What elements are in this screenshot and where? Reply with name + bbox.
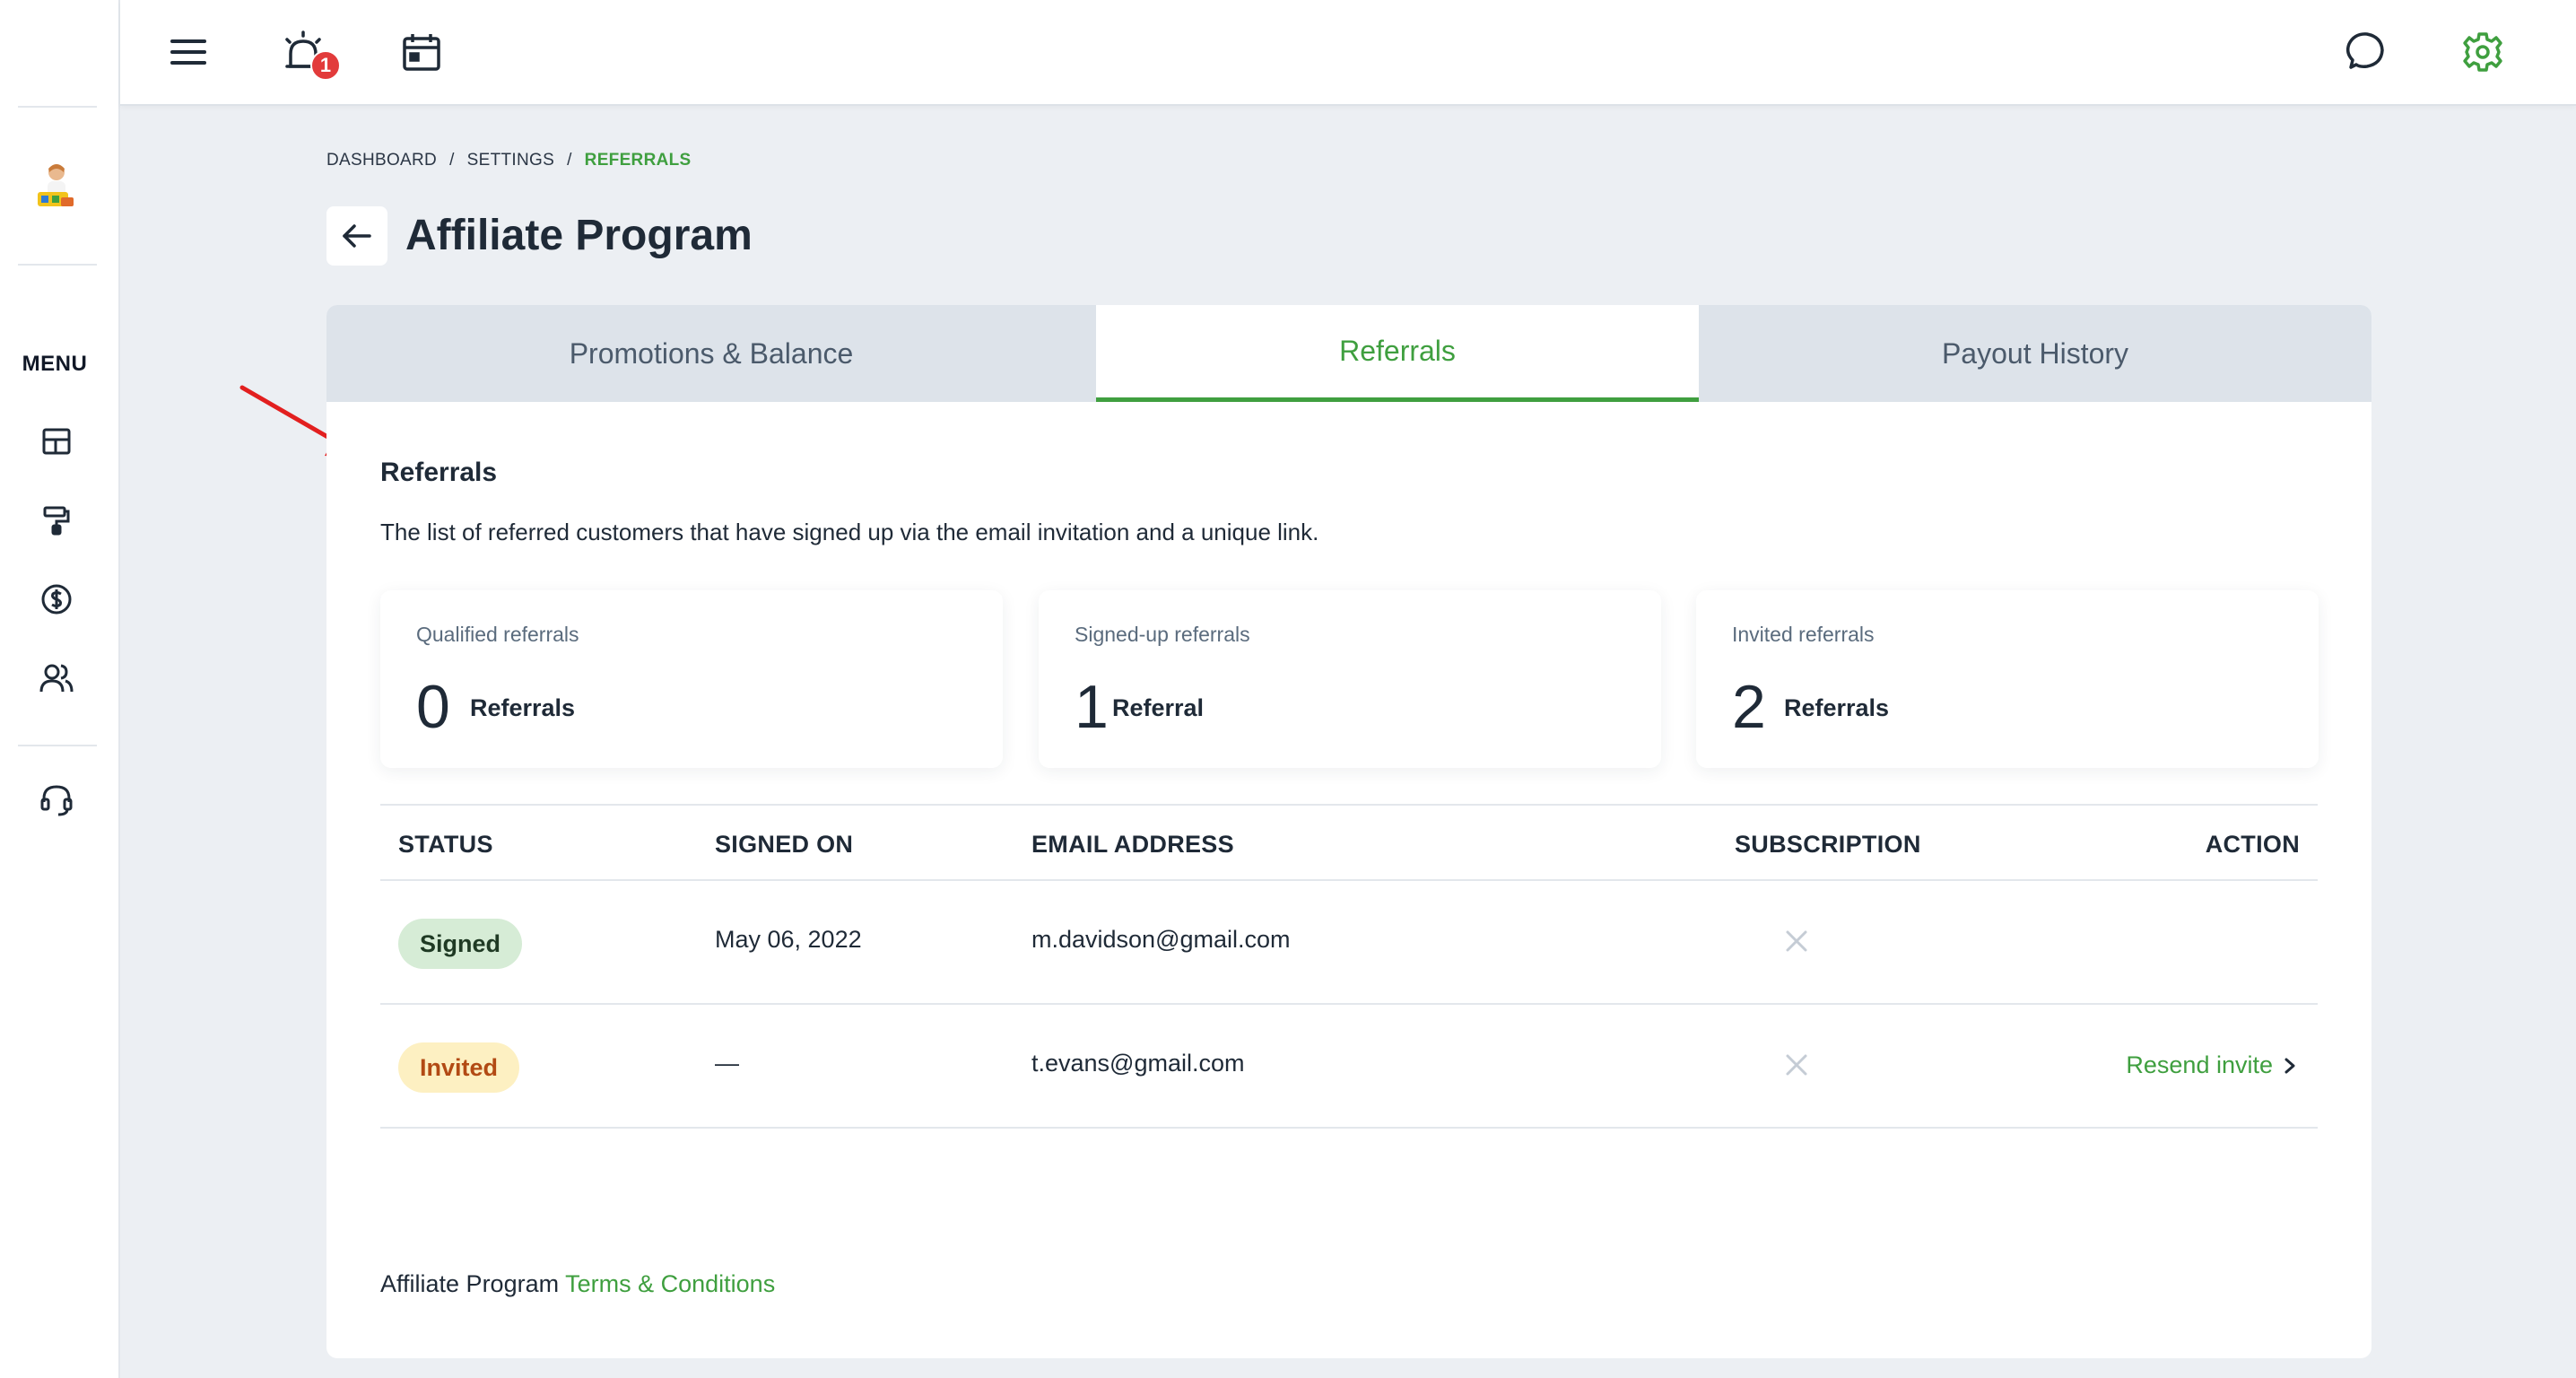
tab-referrals[interactable]: Referrals [1096, 305, 1699, 402]
tab-payout-history[interactable]: Payout History [1699, 305, 2371, 402]
sidebar-divider [18, 106, 97, 108]
avatar[interactable] [34, 160, 79, 219]
terms-link[interactable]: Terms & Conditions [565, 1270, 775, 1297]
subscription-none-icon [1780, 924, 1814, 958]
stat-unit: Referrals [1784, 694, 1890, 721]
stat-unit: Referrals [470, 694, 576, 721]
table-row: Signed May 06, 2022 m.davidson@gmail.com [380, 881, 2318, 1005]
stat-label: Qualified referrals [416, 623, 579, 646]
stat-value: 0 [416, 673, 450, 741]
status-badge: Signed [398, 919, 523, 969]
topbar: 1 [120, 0, 2576, 106]
dollar-circle-icon[interactable] [37, 580, 76, 619]
section-title: Referrals [380, 458, 498, 487]
stat-card-signed-up: Signed-up referrals 1 Referral [1039, 590, 1661, 768]
arrow-left-icon [343, 224, 371, 248]
support-headset-icon[interactable] [37, 781, 76, 820]
header-signed-on: SIGNED ON [715, 831, 854, 858]
email-cell: t.evans@gmail.com [1031, 1050, 1245, 1077]
tab-promotions-balance[interactable]: Promotions & Balance [326, 305, 1096, 402]
notification-badge: 1 [310, 50, 341, 81]
breadcrumb-referrals: REFERRALS [584, 151, 692, 170]
header-status: STATUS [398, 831, 493, 858]
dashboard-icon[interactable] [37, 422, 76, 461]
settings-gear-icon[interactable] [2459, 29, 2506, 75]
chevron-right-icon [2284, 1058, 2295, 1073]
sidebar-divider [18, 745, 97, 746]
breadcrumb-settings[interactable]: SETTINGS [467, 151, 554, 170]
header-action: ACTION [2205, 831, 2300, 858]
page-title: Affiliate Program [405, 212, 753, 259]
tab-bar: Promotions & Balance Referrals Payout Hi… [326, 305, 2371, 402]
stat-label: Signed-up referrals [1075, 623, 1250, 646]
resend-invite-label: Resend invite [2126, 1051, 2273, 1078]
stat-card-invited: Invited referrals 2 Referrals [1696, 590, 2319, 768]
stat-label: Invited referrals [1732, 623, 1875, 646]
header-subscription: SUBSCRIPTION [1735, 831, 1921, 858]
paint-roller-icon[interactable] [37, 501, 76, 540]
stat-card-qualified: Qualified referrals 0 Referrals [380, 590, 1003, 768]
footer-text: Affiliate Program [380, 1270, 560, 1297]
stat-value: 2 [1732, 673, 1766, 741]
header-email: EMAIL ADDRESS [1031, 831, 1234, 858]
menu-label: MENU [22, 352, 88, 376]
status-badge: Invited [398, 1042, 520, 1093]
resend-invite-link[interactable]: Resend invite [2126, 1051, 2296, 1079]
users-icon[interactable] [37, 658, 76, 698]
back-button[interactable] [326, 206, 387, 266]
subscription-none-icon [1780, 1048, 1814, 1082]
breadcrumb-separator: / [449, 151, 455, 170]
breadcrumb: DASHBOARD / SETTINGS / REFERRALS [326, 151, 692, 170]
breadcrumb-separator: / [567, 151, 572, 170]
sidebar: MENU [0, 0, 120, 1378]
table-header: STATUS SIGNED ON EMAIL ADDRESS SUBSCRIPT… [380, 804, 2318, 881]
sidebar-divider [18, 264, 97, 266]
signed-on-cell: May 06, 2022 [715, 926, 862, 953]
email-cell: m.davidson@gmail.com [1031, 926, 1291, 953]
footer: Affiliate Program Terms & Conditions [380, 1270, 775, 1298]
chat-bubble-icon[interactable] [2341, 29, 2388, 75]
referrals-table: STATUS SIGNED ON EMAIL ADDRESS SUBSCRIPT… [380, 804, 2318, 1129]
stat-value: 1 [1075, 673, 1109, 741]
section-description: The list of referred customers that have… [380, 519, 1319, 545]
affiliate-card: Promotions & Balance Referrals Payout Hi… [326, 305, 2371, 1358]
hamburger-menu-icon[interactable] [165, 29, 212, 75]
calendar-icon[interactable] [398, 29, 445, 75]
stat-unit: Referral [1112, 694, 1205, 721]
signed-on-cell: — [715, 1050, 739, 1077]
breadcrumb-dashboard[interactable]: DASHBOARD [326, 151, 437, 170]
table-row: Invited — t.evans@gmail.com Resend invit… [380, 1005, 2318, 1129]
